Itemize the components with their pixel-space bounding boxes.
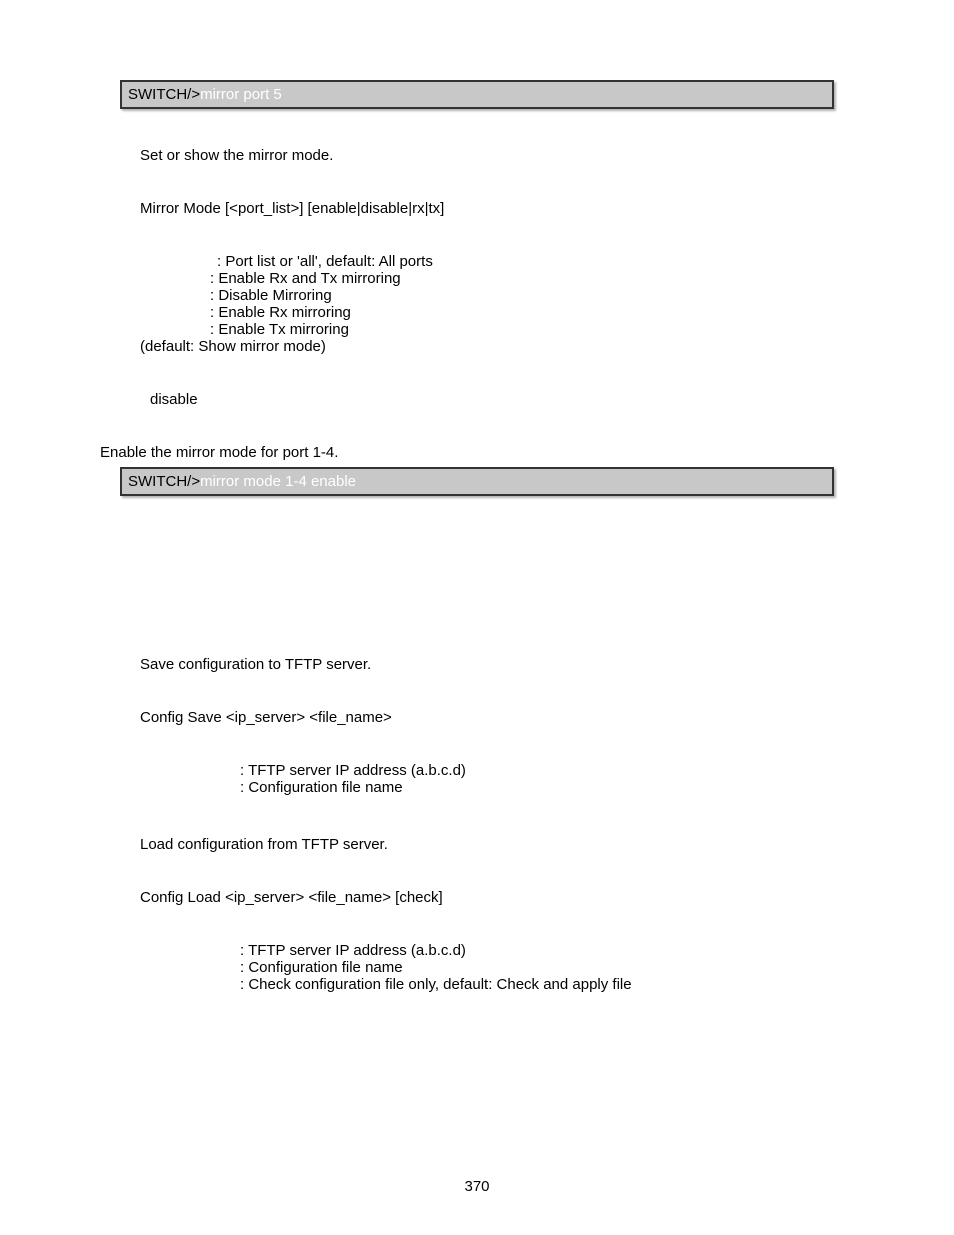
- config-save-section: Save configuration to TFTP server. Confi…: [120, 656, 834, 796]
- param-tx: : Enable Tx mirroring: [210, 321, 834, 338]
- param-disable: : Disable Mirroring: [210, 287, 834, 304]
- switch-command-box-1: SWITCH/>mirror port 5: [120, 80, 834, 109]
- mirror-mode-desc: Set or show the mirror mode.: [140, 147, 834, 164]
- config-load-param-ip: : TFTP server IP address (a.b.c.d): [240, 942, 834, 959]
- config-save-syntax: Config Save <ip_server> <file_name>: [140, 709, 834, 726]
- config-load-params: : TFTP server IP address (a.b.c.d) : Con…: [240, 942, 834, 993]
- mirror-mode-section: Set or show the mirror mode. Mirror Mode…: [120, 147, 834, 408]
- config-save-param-ip: : TFTP server IP address (a.b.c.d): [240, 762, 834, 779]
- config-save-params: : TFTP server IP address (a.b.c.d) : Con…: [240, 762, 834, 796]
- config-load-desc: Load configuration from TFTP server.: [140, 836, 834, 853]
- param-enable: : Enable Rx and Tx mirroring: [210, 270, 834, 287]
- config-load-section: Load configuration from TFTP server. Con…: [120, 836, 834, 993]
- config-save-param-file: : Configuration file name: [240, 779, 834, 796]
- switch-prefix-1: SWITCH/>: [128, 86, 200, 103]
- config-save-desc: Save configuration to TFTP server.: [140, 656, 834, 673]
- switch-prefix-2: SWITCH/>: [128, 473, 200, 490]
- mirror-mode-params: : Port list or 'all', default: All ports…: [210, 253, 834, 338]
- mirror-mode-example-title: Enable the mirror mode for port 1-4.: [100, 444, 834, 461]
- mirror-mode-default-note: (default: Show mirror mode): [140, 338, 834, 355]
- page-number: 370: [0, 1178, 954, 1195]
- switch-command-box-2: SWITCH/>mirror mode 1-4 enable: [120, 467, 834, 496]
- config-load-param-check: : Check configuration file only, default…: [240, 976, 834, 993]
- param-rx: : Enable Rx mirroring: [210, 304, 834, 321]
- param-port-list: : Port list or 'all', default: All ports: [217, 253, 834, 270]
- mirror-mode-default-value: disable: [150, 391, 834, 408]
- switch-suffix-1: mirror port 5: [200, 86, 282, 103]
- config-load-syntax: Config Load <ip_server> <file_name> [che…: [140, 889, 834, 906]
- switch-suffix-2: mirror mode 1-4 enable: [200, 473, 356, 490]
- mirror-mode-syntax: Mirror Mode [<port_list>] [enable|disabl…: [140, 200, 834, 217]
- config-load-param-file: : Configuration file name: [240, 959, 834, 976]
